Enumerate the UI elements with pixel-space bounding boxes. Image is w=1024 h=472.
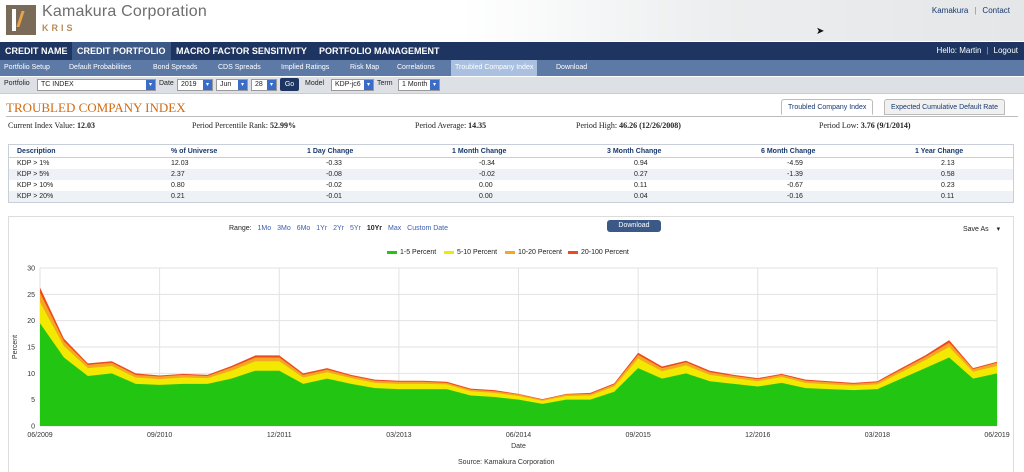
x-tick-label: 03/2018 (865, 432, 890, 439)
x-tick-label: 12/2016 (745, 432, 770, 439)
y-tick-label: 0 (31, 424, 35, 431)
chart-source: Source: Kamakura Corporation (458, 459, 555, 466)
x-tick-label: 06/2009 (27, 432, 52, 439)
y-axis-label: Percent (12, 335, 19, 359)
x-tick-label: 06/2014 (506, 432, 531, 439)
y-tick-label: 10 (27, 371, 35, 378)
x-axis-label: Date (511, 443, 526, 450)
x-tick-label: 12/2011 (267, 432, 292, 439)
x-tick-label: 09/2010 (147, 432, 172, 439)
y-tick-label: 30 (27, 266, 35, 273)
y-tick-label: 5 (31, 397, 35, 404)
y-tick-label: 20 (27, 318, 35, 325)
stacked-area-chart: 0 5 10 15 20 25 30 06/2009 09/2010 12/2011 03/2013… (12, 266, 1010, 451)
y-tick-label: 15 (27, 345, 35, 352)
x-tick-label: 06/2019 (984, 432, 1009, 439)
x-tick-label: 03/2013 (386, 432, 411, 439)
y-tick-label: 25 (27, 292, 35, 299)
x-tick-label: 09/2015 (625, 432, 650, 439)
